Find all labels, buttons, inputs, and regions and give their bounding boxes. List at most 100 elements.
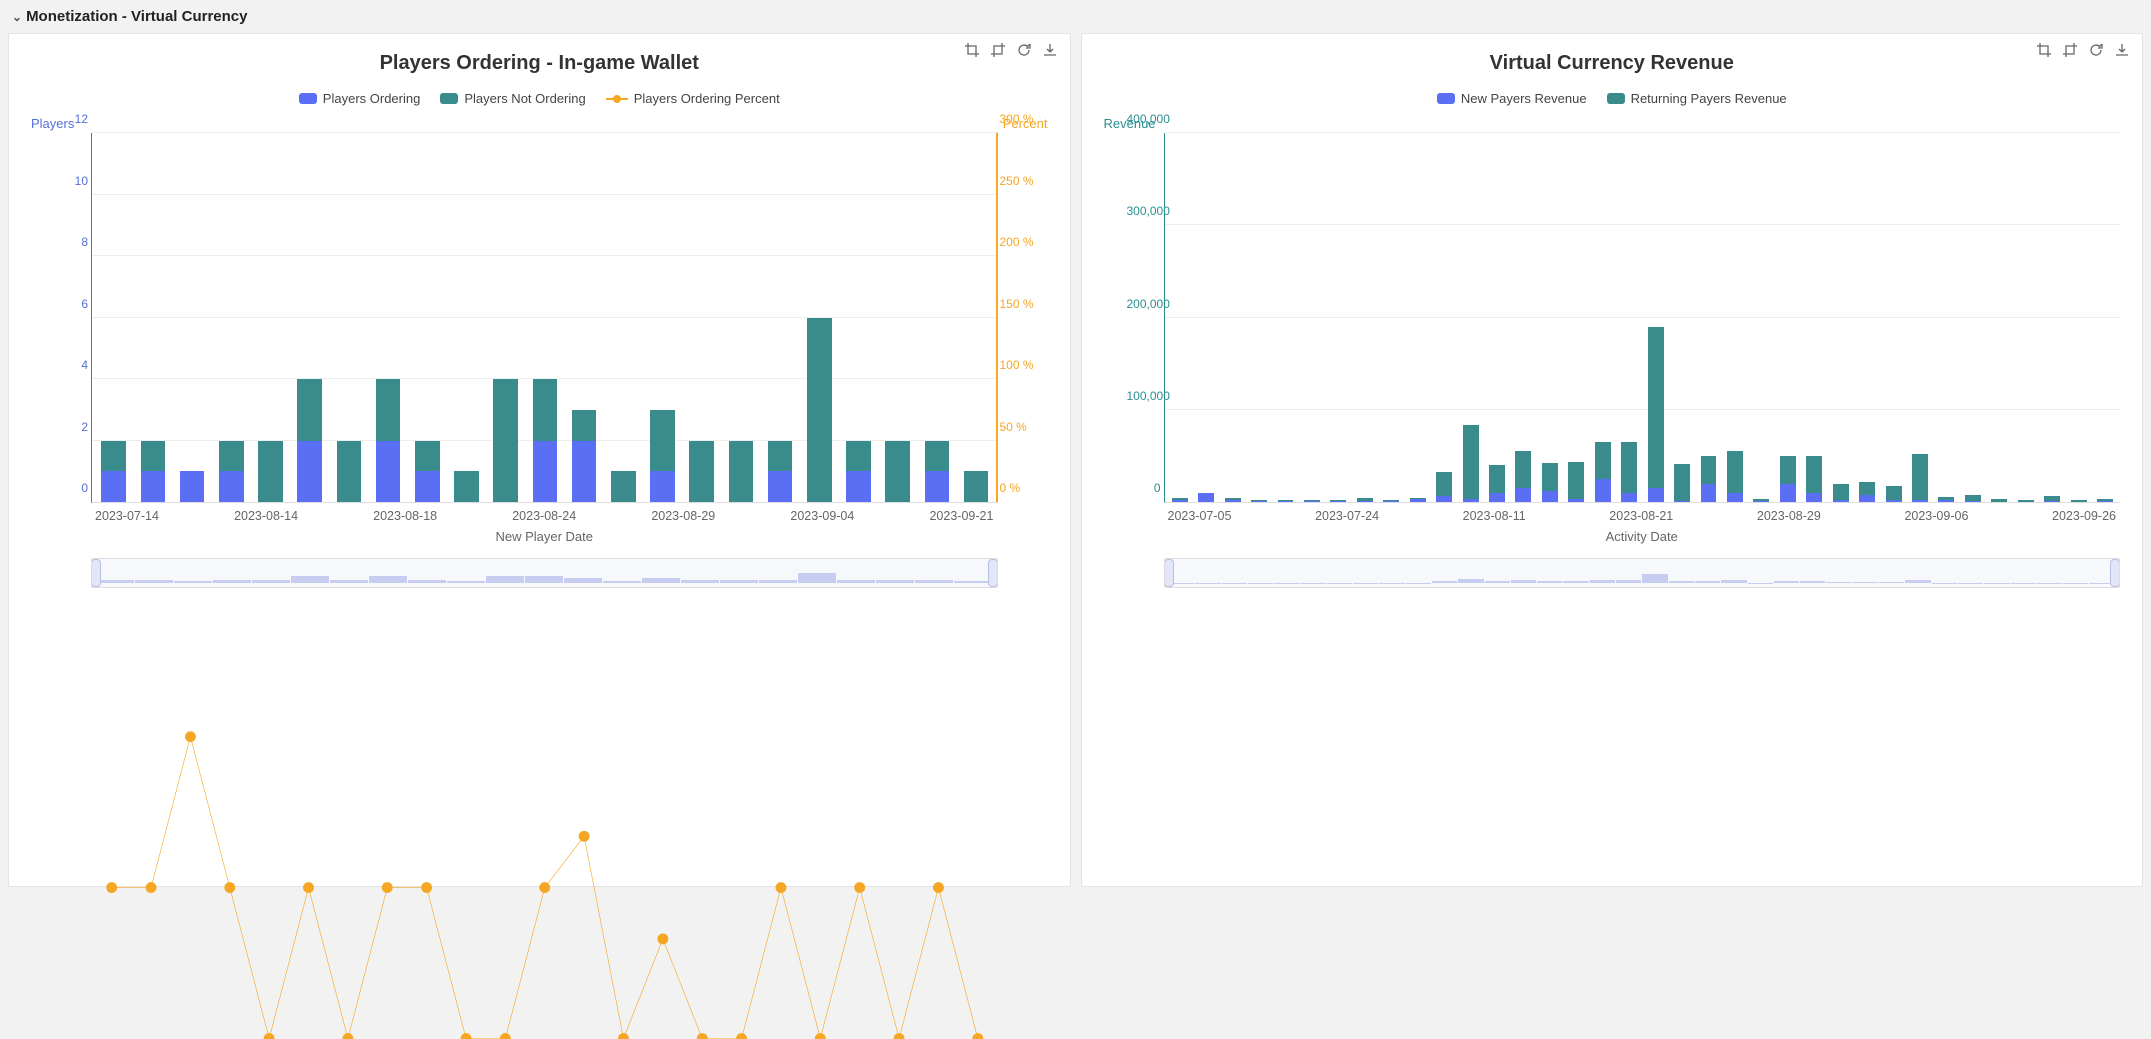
bar[interactable] xyxy=(1194,133,1217,502)
legend-item[interactable]: New Payers Revenue xyxy=(1437,91,1587,106)
legend-item[interactable]: Players Ordering xyxy=(299,91,421,106)
y-tick: 250 % xyxy=(1000,174,1048,188)
x-tick: 2023-08-21 xyxy=(1609,509,1673,523)
bar[interactable] xyxy=(919,133,955,502)
plot-area[interactable]: 024681012 0 %50 %100 %150 %200 %250 %300… xyxy=(91,133,998,503)
x-tick: 2023-09-21 xyxy=(929,509,993,523)
chart-panel-players-ordering: Players Ordering - In-game Wallet Player… xyxy=(8,33,1071,887)
bar[interactable] xyxy=(2067,133,2090,502)
bar[interactable] xyxy=(448,133,484,502)
slider-handle-right[interactable] xyxy=(988,559,998,587)
bar[interactable] xyxy=(370,133,406,502)
bar[interactable] xyxy=(840,133,876,502)
bar[interactable] xyxy=(1855,133,1878,502)
y-tick: 100,000 xyxy=(1127,389,1161,403)
section-header[interactable]: ⌄ Monetization - Virtual Currency xyxy=(0,0,2151,33)
legend-item[interactable]: Players Not Ordering xyxy=(440,91,585,106)
y-tick: 6 xyxy=(54,297,88,311)
y-tick: 150 % xyxy=(1000,297,1048,311)
bar[interactable] xyxy=(1803,133,1826,502)
bar[interactable] xyxy=(331,133,367,502)
bar[interactable] xyxy=(1882,133,1905,502)
slider-handle-left[interactable] xyxy=(1164,559,1174,587)
bar[interactable] xyxy=(1221,133,1244,502)
bar[interactable] xyxy=(292,133,328,502)
bar[interactable] xyxy=(1644,133,1667,502)
refresh-icon[interactable] xyxy=(1014,40,1034,60)
bar[interactable] xyxy=(1565,133,1588,502)
y-tick: 0 % xyxy=(1000,481,1048,495)
x-tick: 2023-08-11 xyxy=(1463,509,1526,523)
bar[interactable] xyxy=(1538,133,1561,502)
bar[interactable] xyxy=(880,133,916,502)
x-axis: 2023-07-142023-08-142023-08-182023-08-24… xyxy=(91,509,998,523)
y-tick: 400,000 xyxy=(1127,112,1161,126)
bar[interactable] xyxy=(96,133,132,502)
bar[interactable] xyxy=(605,133,641,502)
bar[interactable] xyxy=(1908,133,1931,502)
bar[interactable] xyxy=(1380,133,1403,502)
bar[interactable] xyxy=(958,133,994,502)
bar[interactable] xyxy=(2014,133,2037,502)
bar[interactable] xyxy=(2040,133,2063,502)
bar[interactable] xyxy=(1776,133,1799,502)
bar[interactable] xyxy=(1750,133,1773,502)
x-tick: 2023-08-14 xyxy=(234,509,298,523)
plot-area[interactable]: 0100,000200,000300,000400,000 xyxy=(1164,133,2121,503)
bar[interactable] xyxy=(1697,133,1720,502)
bar[interactable] xyxy=(1247,133,1270,502)
bar[interactable] xyxy=(644,133,680,502)
bar[interactable] xyxy=(1406,133,1429,502)
overview-slider[interactable] xyxy=(1164,558,2121,588)
overview-slider[interactable] xyxy=(91,558,998,588)
y-tick: 8 xyxy=(54,235,88,249)
bar[interactable] xyxy=(1670,133,1693,502)
chart-legend: Players Ordering Players Not Ordering Pl… xyxy=(21,91,1058,106)
bar[interactable] xyxy=(1274,133,1297,502)
legend-item[interactable]: Returning Payers Revenue xyxy=(1607,91,1787,106)
bar[interactable] xyxy=(1300,133,1323,502)
bar[interactable] xyxy=(1723,133,1746,502)
bar[interactable] xyxy=(488,133,524,502)
bar[interactable] xyxy=(527,133,563,502)
bar[interactable] xyxy=(1829,133,1852,502)
bar[interactable] xyxy=(135,133,171,502)
bar[interactable] xyxy=(1432,133,1455,502)
bar[interactable] xyxy=(174,133,210,502)
bar[interactable] xyxy=(1327,133,1350,502)
x-tick: 2023-07-14 xyxy=(95,509,159,523)
bar[interactable] xyxy=(1353,133,1376,502)
bar[interactable] xyxy=(801,133,837,502)
y-tick: 4 xyxy=(54,358,88,372)
chart-legend: New Payers Revenue Returning Payers Reve… xyxy=(1094,91,2131,106)
bar[interactable] xyxy=(1617,133,1640,502)
bar[interactable] xyxy=(1459,133,1482,502)
crop-icon[interactable] xyxy=(962,40,982,60)
bar[interactable] xyxy=(1591,133,1614,502)
crop-alt-icon[interactable] xyxy=(988,40,1008,60)
chart-title: Virtual Currency Revenue xyxy=(1094,52,2131,75)
bar[interactable] xyxy=(252,133,288,502)
bar[interactable] xyxy=(1485,133,1508,502)
legend-item[interactable]: Players Ordering Percent xyxy=(606,91,780,106)
bar[interactable] xyxy=(1961,133,1984,502)
crop-icon[interactable] xyxy=(2034,40,2054,60)
slider-handle-left[interactable] xyxy=(91,559,101,587)
slider-handle-right[interactable] xyxy=(2110,559,2120,587)
chevron-down-icon: ⌄ xyxy=(12,10,22,24)
download-icon[interactable] xyxy=(1040,40,1060,60)
crop-alt-icon[interactable] xyxy=(2060,40,2080,60)
bar[interactable] xyxy=(1512,133,1535,502)
bar[interactable] xyxy=(1935,133,1958,502)
bar[interactable] xyxy=(409,133,445,502)
download-icon[interactable] xyxy=(2112,40,2132,60)
bar[interactable] xyxy=(723,133,759,502)
bar[interactable] xyxy=(1168,133,1191,502)
bar[interactable] xyxy=(2093,133,2116,502)
bar[interactable] xyxy=(762,133,798,502)
refresh-icon[interactable] xyxy=(2086,40,2106,60)
bar[interactable] xyxy=(566,133,602,502)
bar[interactable] xyxy=(213,133,249,502)
bar[interactable] xyxy=(1988,133,2011,502)
bar[interactable] xyxy=(684,133,720,502)
